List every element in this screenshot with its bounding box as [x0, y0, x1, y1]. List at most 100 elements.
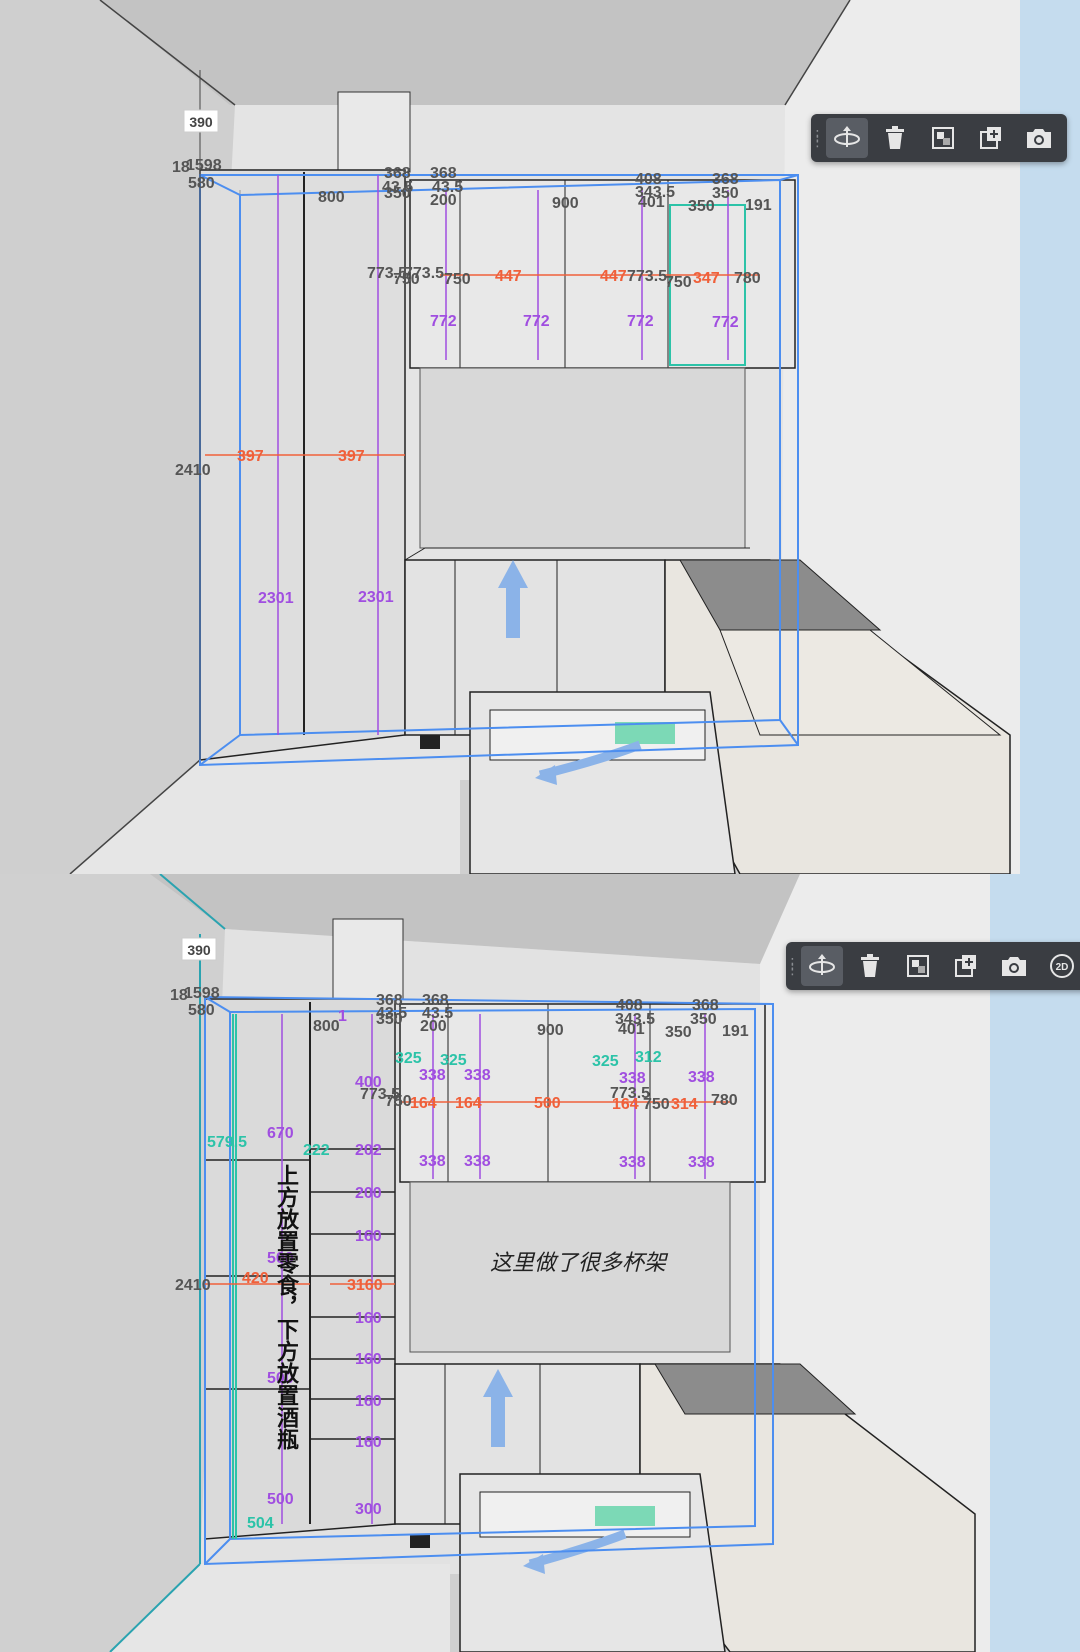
add-copy-icon	[980, 127, 1001, 149]
dim-580: 580	[188, 1002, 215, 1019]
dim-397b: 397	[338, 448, 365, 465]
bottom-3d-scene[interactable]: 390 18 1598 580 1 800 368 368 43.5 43.5 …	[0, 874, 1080, 1652]
view-2d-button[interactable]: 2D	[1041, 946, 1080, 986]
move-handle[interactable]	[595, 1506, 655, 1526]
dim-397a: 397	[237, 448, 264, 465]
delete-button[interactable]	[849, 946, 891, 986]
camera-view-icon	[1002, 957, 1026, 976]
dim-347: 347	[693, 270, 720, 287]
dim-500d: 500	[267, 1491, 294, 1508]
dim-312: 312	[635, 1049, 662, 1066]
dim-338d: 338	[688, 1069, 715, 1086]
rotate-3d-icon	[809, 954, 835, 975]
replace-material-button[interactable]	[922, 118, 964, 158]
view-2d-icon: 2D	[1050, 954, 1074, 978]
dim-2301b: 2301	[358, 589, 394, 606]
dim-350b: 350	[665, 1024, 692, 1041]
dim-2301a: 2301	[258, 590, 294, 607]
add-copy-button[interactable]	[945, 946, 987, 986]
dim-200b: 200	[355, 1185, 382, 1202]
replace-material-icon	[907, 955, 929, 977]
dim-504: 504	[247, 1515, 274, 1532]
dim-191: 191	[722, 1023, 749, 1040]
rotate-3d-button[interactable]	[826, 118, 868, 158]
dim-447b: 447	[600, 268, 627, 285]
dim-200: 200	[420, 1018, 447, 1035]
top-viewport[interactable]: 390 18 1598 580 800 368 368 43.5 43.5 35…	[0, 0, 1080, 874]
dim-900: 900	[552, 195, 579, 212]
add-copy-button[interactable]	[970, 118, 1012, 158]
delete-button[interactable]	[874, 118, 916, 158]
dim-350c: 350	[712, 185, 739, 202]
dim-670: 670	[267, 1125, 294, 1142]
dim-338h: 338	[688, 1154, 715, 1171]
dim-579.5: 579.5	[207, 1134, 247, 1151]
dim-750a: 750	[393, 271, 420, 288]
trash-icon	[886, 126, 904, 149]
dim-164b: 164	[455, 1095, 482, 1112]
dim-390: 390	[189, 114, 213, 130]
dim-772c: 772	[627, 313, 654, 330]
drag-grip-icon[interactable]: ⋮ ⋮	[811, 127, 825, 149]
dim-3160: 3160	[347, 1277, 383, 1294]
dim-300: 300	[355, 1501, 382, 1518]
dim-772d: 772	[712, 314, 739, 331]
dim-401: 401	[618, 1021, 645, 1038]
tall-cabinet[interactable]	[199, 169, 406, 761]
dim-780: 780	[734, 270, 761, 287]
dim-500: 500	[534, 1095, 561, 1112]
dim-202: 202	[355, 1142, 382, 1159]
dim-338b: 338	[464, 1067, 491, 1084]
dim-314: 314	[671, 1096, 698, 1113]
dim-800: 800	[313, 1018, 340, 1035]
drag-grip-icon[interactable]: ⋮ ⋮	[786, 955, 800, 977]
dim-350b: 350	[688, 198, 715, 215]
annotation-vertical-storage: 上方放置零食，下方放置酒瓶	[273, 1164, 300, 1451]
dim-191: 191	[745, 197, 772, 214]
dim-325a: 325	[395, 1050, 422, 1067]
add-copy-icon	[955, 955, 976, 977]
dim-420: 420	[242, 1270, 269, 1287]
rotate-3d-icon	[834, 126, 860, 147]
dim-1598: 1598	[184, 985, 220, 1002]
dim-390: 390	[187, 942, 211, 958]
dim-780: 780	[711, 1092, 738, 1109]
dim-350a: 350	[376, 1011, 403, 1028]
dim-222: 222	[303, 1142, 330, 1159]
floating-toolbar-bottom: ⋮ ⋮ 2D	[786, 942, 1080, 990]
dim-160a: 160	[355, 1228, 382, 1245]
dim-160e: 160	[355, 1434, 382, 1451]
dim-2410: 2410	[175, 462, 211, 479]
sky-window	[990, 874, 1080, 1652]
dim-773.5c: 773.5	[627, 268, 667, 285]
dim-750c: 750	[665, 274, 692, 291]
rotate-3d-button[interactable]	[801, 946, 843, 986]
dim-350a: 350	[384, 185, 411, 202]
replace-material-icon	[932, 127, 954, 149]
annotation-cup-rack: 这里做了很多杯架	[490, 1251, 669, 1276]
backsplash	[419, 367, 746, 549]
dim-447a: 447	[495, 268, 522, 285]
dim-160b: 160	[355, 1310, 382, 1327]
camera-view-button[interactable]	[1018, 118, 1060, 158]
dim-325c: 325	[592, 1053, 619, 1070]
dim-772a: 772	[430, 313, 457, 330]
floating-toolbar-top: ⋮ ⋮	[811, 114, 1067, 162]
dim-772b: 772	[523, 313, 550, 330]
dim-750b: 750	[643, 1096, 670, 1113]
trash-icon	[861, 954, 879, 977]
dim-580: 580	[188, 175, 215, 192]
dim-750b: 750	[444, 271, 471, 288]
dim-338g: 338	[619, 1154, 646, 1171]
dim-338f: 338	[464, 1153, 491, 1170]
camera-view-icon	[1027, 129, 1051, 148]
dim-338a: 338	[419, 1067, 446, 1084]
dim-350c: 350	[690, 1011, 717, 1028]
bottom-viewport[interactable]: 390 18 1598 580 1 800 368 368 43.5 43.5 …	[0, 874, 1080, 1652]
camera-view-button[interactable]	[993, 946, 1035, 986]
dim-800: 800	[318, 189, 345, 206]
dim-2410: 2410	[175, 1277, 211, 1294]
dim-401: 401	[638, 194, 665, 211]
dim-164a: 164	[410, 1095, 437, 1112]
replace-material-button[interactable]	[897, 946, 939, 986]
